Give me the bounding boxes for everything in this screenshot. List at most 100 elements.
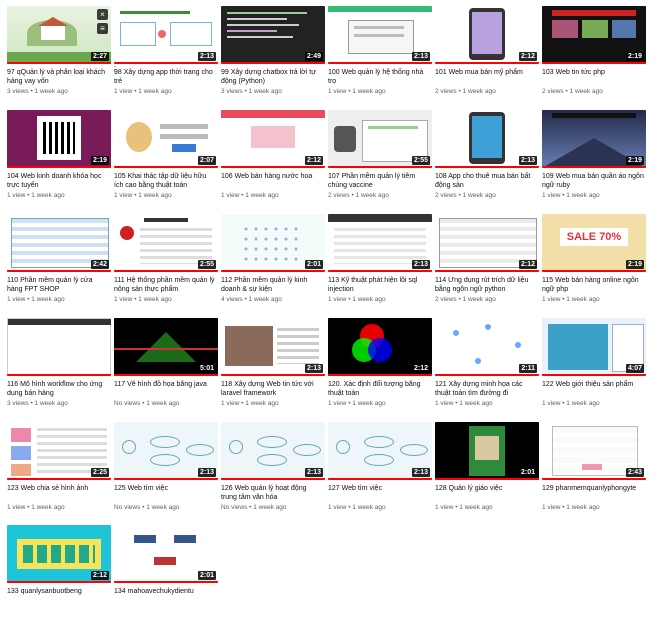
video-thumbnail[interactable]: 2:43 xyxy=(542,422,646,480)
queue-icon[interactable]: ≡ xyxy=(97,23,108,34)
video-card[interactable]: 2:13 113 Kỹ thuật phát hiện lỗi sql injec… xyxy=(328,214,436,310)
video-card[interactable]: 2:13 126 Web quản lý hoạt động trung tâm … xyxy=(221,422,329,518)
video-thumbnail[interactable]: 2:07 xyxy=(114,110,218,168)
video-title[interactable]: 125 Web tìm việc xyxy=(114,484,216,493)
video-title[interactable]: 98 Xây dựng app thời trang cho trẻ xyxy=(114,68,216,86)
video-title[interactable]: 107 Phần mềm quản lý tiêm chủng vaccine xyxy=(328,172,430,190)
video-thumbnail[interactable]: 2:12 xyxy=(328,318,432,376)
video-card[interactable]: 2:19 103 Web tin tức php 2 views • 1 week … xyxy=(542,6,650,102)
video-card[interactable]: 2:13 118 Xây dựng Web tin tức với laravel… xyxy=(221,318,329,414)
close-icon[interactable]: × xyxy=(97,9,108,20)
video-thumbnail[interactable]: 2:12 xyxy=(221,110,325,168)
video-thumbnail[interactable]: 2:01 xyxy=(114,525,218,583)
video-title[interactable]: 100 Web quản lý hệ thống nhà trọ xyxy=(328,68,430,86)
video-card[interactable]: 5:01 117 Vẽ hình đồ họa bằng java No views… xyxy=(114,318,222,414)
video-title[interactable]: 126 Web quản lý hoạt động trung tâm văn … xyxy=(221,484,323,502)
video-thumbnail[interactable]: 2:12 xyxy=(7,525,111,583)
video-thumbnail[interactable]: 2:42 xyxy=(7,214,111,272)
video-title[interactable]: 114 Ứng dụng rút trích dữ liệu bằng ngôn… xyxy=(435,276,537,294)
video-thumbnail[interactable]: 2:19 xyxy=(7,110,111,168)
video-thumbnail[interactable]: 2:13 xyxy=(114,422,218,480)
video-title[interactable]: 103 Web tin tức php xyxy=(542,68,644,77)
video-thumbnail[interactable]: 2:11 xyxy=(435,318,539,376)
video-title[interactable]: 120. Xác định đối tượng bằng thuật toán xyxy=(328,380,430,398)
video-title[interactable]: 127 Web tìm việc xyxy=(328,484,430,493)
video-thumbnail[interactable] xyxy=(7,318,111,376)
video-card[interactable]: 2:01 134 mahoavechukydientu xyxy=(114,525,222,621)
video-card[interactable]: 2:01 112 Phần mềm quản lý kinh doanh & sự… xyxy=(221,214,329,310)
video-title[interactable]: 128 Quản lý giáo việc xyxy=(435,484,537,493)
video-thumbnail[interactable]: 2:13 xyxy=(114,6,218,64)
video-thumbnail[interactable]: 2:13 xyxy=(328,214,432,272)
video-card[interactable]: 2:13 127 Web tìm việc 1 view • 1 week ago xyxy=(328,422,436,518)
video-title[interactable]: 129 phanmemquanlyphongyte xyxy=(542,484,644,493)
video-card[interactable]: 2:27 × ≡ 97 qQuản lý và phân loại khách hàn… xyxy=(7,6,119,102)
video-thumbnail[interactable]: 2:13 xyxy=(221,422,325,480)
video-title[interactable]: 97 qQuản lý và phân loại khách hàng vay … xyxy=(7,68,109,86)
video-card[interactable]: 2:13 100 Web quản lý hệ thống nhà trọ 1 vi… xyxy=(328,6,436,102)
video-thumbnail[interactable]: 2:13 xyxy=(435,110,539,168)
video-thumbnail[interactable]: 2:01 xyxy=(221,214,325,272)
video-card[interactable]: 2:11 121 Xây dựng minh họa các thuật toán… xyxy=(435,318,543,414)
video-title[interactable]: 99 Xây dựng chatbox trả lời tự động (Pyt… xyxy=(221,68,323,86)
video-title[interactable]: 106 Web bán hàng nước hoa xyxy=(221,172,323,181)
video-thumbnail[interactable]: 2:19 xyxy=(542,6,646,64)
video-card[interactable]: 2:12 120. Xác định đối tượng bằng thuật t… xyxy=(328,318,436,414)
video-thumbnail[interactable]: 2:13 xyxy=(328,6,432,64)
video-card[interactable]: 2:01 128 Quản lý giáo việc 1 view • 1 week… xyxy=(435,422,543,518)
video-title[interactable]: 115 Web bán hàng online ngôn ngữ php xyxy=(542,276,644,294)
video-thumbnail[interactable]: 2:12 xyxy=(435,214,539,272)
video-card[interactable]: 2:13 108 App cho thuê mua bán bất động sả… xyxy=(435,110,543,206)
video-title[interactable]: 111 Hệ thống phần mềm quản lý nông sản t… xyxy=(114,276,216,294)
video-title[interactable]: 105 Khai thác tập dữ liệu hữu ích cao bằ… xyxy=(114,172,216,190)
video-card[interactable]: 2:12 133 quanlysanbuotbeng xyxy=(7,525,115,621)
video-thumbnail[interactable]: 2:25 xyxy=(7,422,111,480)
video-card[interactable]: 116 Mô hình workflow cho ứng dụng bán hà… xyxy=(7,318,115,414)
video-card[interactable]: 2:19 109 Web mua bán quần áo ngôn ngữ rub… xyxy=(542,110,650,206)
video-card[interactable]: 2:25 123 Web chia sẻ hình ảnh 1 view • 1 w… xyxy=(7,422,115,518)
video-thumbnail[interactable]: 2:55 xyxy=(114,214,218,272)
video-title[interactable]: 113 Kỹ thuật phát hiện lỗi sql injection xyxy=(328,276,430,294)
video-thumbnail[interactable]: 2:13 xyxy=(221,318,325,376)
video-card[interactable]: 2:12 101 Web mua bán mỹ phẩm 2 views • 1 w… xyxy=(435,6,543,102)
video-title[interactable]: 118 Xây dựng Web tin tức với laravel fra… xyxy=(221,380,323,398)
video-title[interactable]: 110 Phần mềm quản lý cửa hàng FPT SHOP xyxy=(7,276,109,294)
duration-badge: 2:55 xyxy=(411,156,430,165)
video-thumbnail[interactable]: 2:49 xyxy=(221,6,325,64)
video-thumbnail[interactable]: 2:27 × ≡ xyxy=(7,6,111,64)
video-thumbnail[interactable]: 5:01 xyxy=(114,318,218,376)
video-thumbnail[interactable]: 2:13 xyxy=(328,422,432,480)
video-title[interactable]: 112 Phần mềm quản lý kinh doanh & sự kiệ… xyxy=(221,276,323,294)
video-card[interactable]: 2:07 105 Khai thác tập dữ liệu hữu ích ca… xyxy=(114,110,222,206)
video-card[interactable]: 2:49 99 Xây dựng chatbox trả lời tự động … xyxy=(221,6,329,102)
video-card[interactable]: 4:07 122 Web giới thiệu sản phẩm 1 view • … xyxy=(542,318,650,414)
video-card[interactable]: 2:12 114 Ứng dụng rút trích dữ liệu bằng … xyxy=(435,214,543,310)
video-title[interactable]: 101 Web mua bán mỹ phẩm xyxy=(435,68,537,77)
video-card[interactable]: 2:12 106 Web bán hàng nước hoa 1 view • 1 … xyxy=(221,110,329,206)
video-card[interactable]: 2:19 104 Web kinh doanh khóa học trực tuy… xyxy=(7,110,115,206)
video-title[interactable]: 123 Web chia sẻ hình ảnh xyxy=(7,484,109,493)
video-card[interactable]: 2:55 107 Phần mềm quản lý tiêm chủng vacc… xyxy=(328,110,436,206)
video-title[interactable]: 108 App cho thuê mua bán bất động sản xyxy=(435,172,537,190)
duration-badge: 2:19 xyxy=(625,260,644,269)
video-thumbnail[interactable]: 2:19 xyxy=(542,110,646,168)
video-thumbnail[interactable]: 2:12 xyxy=(435,6,539,64)
video-title[interactable]: 133 quanlysanbuotbeng xyxy=(7,587,109,596)
video-title[interactable]: 104 Web kinh doanh khóa học trực tuyến xyxy=(7,172,109,190)
video-card[interactable]: 2:43 129 phanmemquanlyphongyte 1 view • 1 … xyxy=(542,422,650,518)
video-title[interactable]: 122 Web giới thiệu sản phẩm xyxy=(542,380,644,389)
video-card[interactable]: SALE 70% 2:19 115 Web bán hàng online ngôn… xyxy=(542,214,650,310)
video-title[interactable]: 134 mahoavechukydientu xyxy=(114,587,216,596)
video-thumbnail[interactable]: 2:55 xyxy=(328,110,432,168)
video-thumbnail[interactable]: 2:01 xyxy=(435,422,539,480)
video-thumbnail[interactable]: 4:07 xyxy=(542,318,646,376)
video-card[interactable]: 2:42 110 Phần mềm quản lý cửa hàng FPT SH… xyxy=(7,214,115,310)
video-card[interactable]: 2:55 111 Hệ thống phần mềm quản lý nông s… xyxy=(114,214,222,310)
video-title[interactable]: 117 Vẽ hình đồ họa bằng java xyxy=(114,380,216,389)
video-title[interactable]: 121 Xây dựng minh họa các thuật toán tìm… xyxy=(435,380,537,398)
video-card[interactable]: 2:13 125 Web tìm việc No views • 1 week ag… xyxy=(114,422,222,518)
video-title[interactable]: 109 Web mua bán quần áo ngôn ngữ ruby xyxy=(542,172,644,190)
video-thumbnail[interactable]: SALE 70% 2:19 xyxy=(542,214,646,272)
video-card[interactable]: 2:13 98 Xây dựng app thời trang cho trẻ 1 … xyxy=(114,6,222,102)
video-title[interactable]: 116 Mô hình workflow cho ứng dụng bán hà… xyxy=(7,380,109,398)
